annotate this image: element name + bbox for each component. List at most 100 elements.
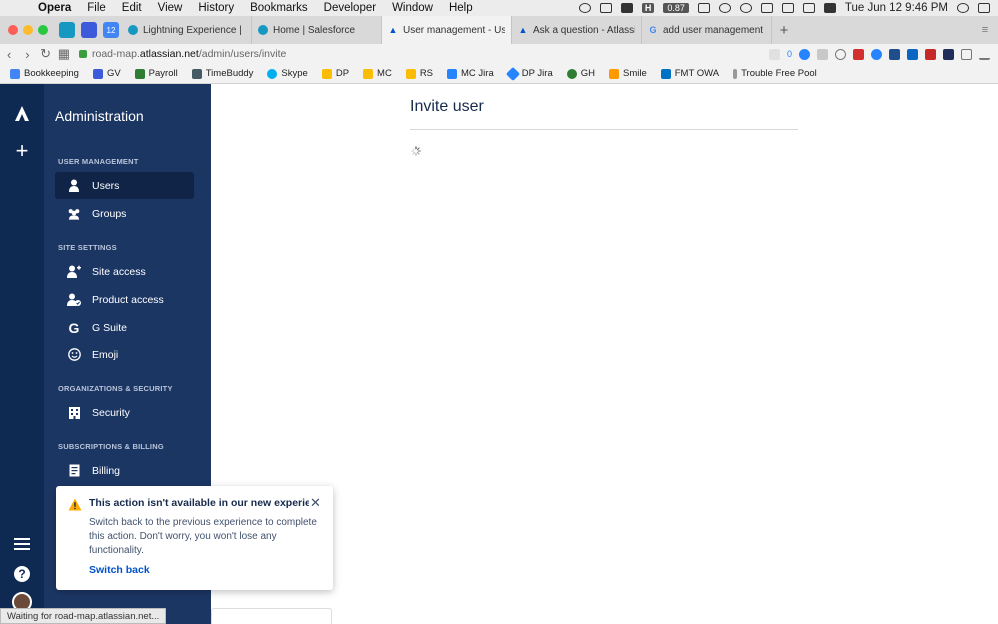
accessibility-icon[interactable] (718, 3, 731, 13)
send-icon[interactable] (817, 48, 829, 60)
h-icon[interactable]: H (641, 3, 655, 13)
bluetooth-icon[interactable] (739, 3, 752, 13)
n-ext-icon[interactable] (889, 48, 901, 60)
sidebar-item-g-suite[interactable]: G G Suite (55, 314, 194, 341)
bookmark-mc-jira[interactable]: MC Jira (447, 68, 494, 79)
bookmark-rs[interactable]: RS (405, 68, 433, 79)
bookmark-mc[interactable]: MC (363, 68, 392, 79)
bookmark-gh[interactable]: GH (566, 68, 595, 79)
gh-icon (566, 68, 577, 79)
download-icon[interactable] (979, 49, 991, 60)
calendar-ext-icon[interactable] (853, 48, 865, 60)
browser-status-bar: Waiting for road-map.atlassian.net... (0, 608, 167, 624)
bookmark-label: MC Jira (461, 68, 494, 79)
dark-ext-icon[interactable] (943, 48, 955, 60)
list-icon[interactable] (978, 3, 990, 13)
new-tab-button[interactable]: + (772, 22, 796, 39)
battery-icon[interactable] (823, 3, 836, 13)
address-field[interactable]: road-map. atlassian.net /admin/users/inv… (79, 46, 769, 62)
menu-view[interactable]: View (150, 2, 191, 14)
volume-icon[interactable] (802, 3, 815, 13)
salesforce-cloud-icon (258, 25, 268, 35)
sidebar-item-users[interactable]: Users (55, 172, 194, 199)
menu-window[interactable]: Window (384, 2, 441, 14)
menu-help[interactable]: Help (441, 2, 481, 14)
tile-icon[interactable] (697, 3, 710, 13)
menu-developer[interactable]: Developer (316, 2, 384, 14)
sidebar-item-site-access[interactable]: Site access (55, 258, 194, 285)
bookmark-timebuddy[interactable]: TimeBuddy (191, 68, 253, 79)
menubar-badge-value[interactable]: 0.87 (663, 3, 689, 13)
airplay-icon[interactable] (781, 3, 794, 13)
bookmark-dp-jira[interactable]: DP Jira (505, 66, 553, 81)
url-prefix: road-map. (92, 48, 140, 60)
heart-icon[interactable] (835, 48, 847, 60)
pinned-tab-profile-icon[interactable] (81, 22, 97, 38)
share-icon[interactable] (961, 48, 973, 60)
bookmark-label: DP Jira (521, 68, 553, 79)
sidebar-item-product-access[interactable]: Product access (55, 286, 194, 313)
tab-user-management[interactable]: ▲ User management - Users (382, 16, 512, 44)
bookmark-payroll[interactable]: Payroll (134, 68, 178, 79)
sidebar-item-groups[interactable]: Groups (55, 200, 194, 227)
pool-icon (733, 68, 738, 79)
zoom-window-icon[interactable] (38, 25, 48, 35)
bookmark-smile[interactable]: Smile (608, 68, 647, 79)
close-icon[interactable]: ✕ (310, 495, 321, 511)
section-heading-subscriptions-billing: SUBSCRIPTIONS & BILLING (58, 442, 164, 451)
atlassian-logo-icon[interactable] (12, 104, 32, 124)
switch-back-button[interactable]: Switch back (89, 564, 150, 576)
menu-bookmarks[interactable]: Bookmarks (242, 2, 316, 14)
forward-icon[interactable]: › (18, 47, 36, 62)
bookmark-bookkeeping[interactable]: Bookkeeping (10, 68, 79, 79)
bookmark-gv[interactable]: GV (92, 68, 121, 79)
sidebar-item-security[interactable]: Security (55, 399, 194, 426)
close-window-icon[interactable] (8, 25, 18, 35)
google-g-icon (10, 68, 20, 79)
linkedin-ext-icon[interactable] (907, 48, 919, 60)
tab-google-search[interactable]: G add user management page (642, 16, 772, 44)
bookmark-label: DP (335, 68, 350, 79)
pinned-tab-salesforce-icon[interactable] (59, 22, 75, 38)
cube-extension-icon[interactable] (769, 48, 780, 60)
menu-opera[interactable]: Opera (30, 2, 79, 14)
emoji-icon (67, 348, 81, 362)
sidebar-item-emoji[interactable]: Emoji (55, 341, 194, 368)
blocker-icon[interactable] (799, 48, 811, 60)
tab-menu-icon[interactable]: ≡ (978, 24, 998, 36)
menubar-clock[interactable]: Tue Jun 12 9:46 PM (845, 2, 948, 14)
tab-title: Ask a question - Atlassian Co (533, 24, 635, 36)
bookmark-dp[interactable]: DP (321, 68, 350, 79)
bookmark-fmt-owa[interactable]: FMT OWA (660, 68, 719, 79)
menu-file[interactable]: File (79, 2, 114, 14)
sidebar-item-billing[interactable]: Billing (55, 457, 194, 484)
tab-home-salesforce[interactable]: Home | Salesforce (252, 16, 382, 44)
bookmark-skype[interactable]: Skype (267, 68, 308, 79)
help-icon[interactable]: ? (14, 566, 30, 582)
menu-icon[interactable] (14, 538, 30, 552)
bookmark-trouble-free-pool[interactable]: Trouble Free Pool (733, 68, 817, 79)
menu-edit[interactable]: Edit (114, 2, 150, 14)
pinned-tab-calendar-icon[interactable]: 12 (103, 22, 119, 38)
chat-ext-icon[interactable] (871, 48, 883, 60)
grid-icon[interactable] (599, 3, 612, 13)
speed-dial-icon[interactable]: ▦ (55, 46, 73, 62)
tab-ask-a-question[interactable]: ▲ Ask a question - Atlassian Co (512, 16, 642, 44)
reload-icon[interactable]: ↻ (37, 46, 55, 62)
lock-icon[interactable] (620, 3, 633, 13)
figure-ext-icon[interactable] (925, 48, 937, 60)
search-icon[interactable] (957, 3, 969, 13)
minimize-window-icon[interactable] (23, 25, 33, 35)
cloud-icon[interactable] (578, 3, 591, 13)
tab-lightning-experience[interactable]: Lightning Experience | Salesf (122, 16, 252, 44)
warning-flag: This action isn't available in our new e… (56, 486, 333, 590)
create-plus-icon[interactable]: + (11, 140, 33, 162)
menu-history[interactable]: History (190, 2, 242, 14)
jira-icon (447, 68, 458, 79)
secure-lock-icon[interactable] (79, 50, 87, 58)
wifi-icon[interactable] (760, 3, 773, 13)
sidebar-item-label: Product access (92, 293, 164, 306)
groups-icon (67, 207, 81, 221)
url-path: /admin/users/invite (198, 48, 287, 60)
back-icon[interactable]: ‹ (0, 47, 18, 62)
